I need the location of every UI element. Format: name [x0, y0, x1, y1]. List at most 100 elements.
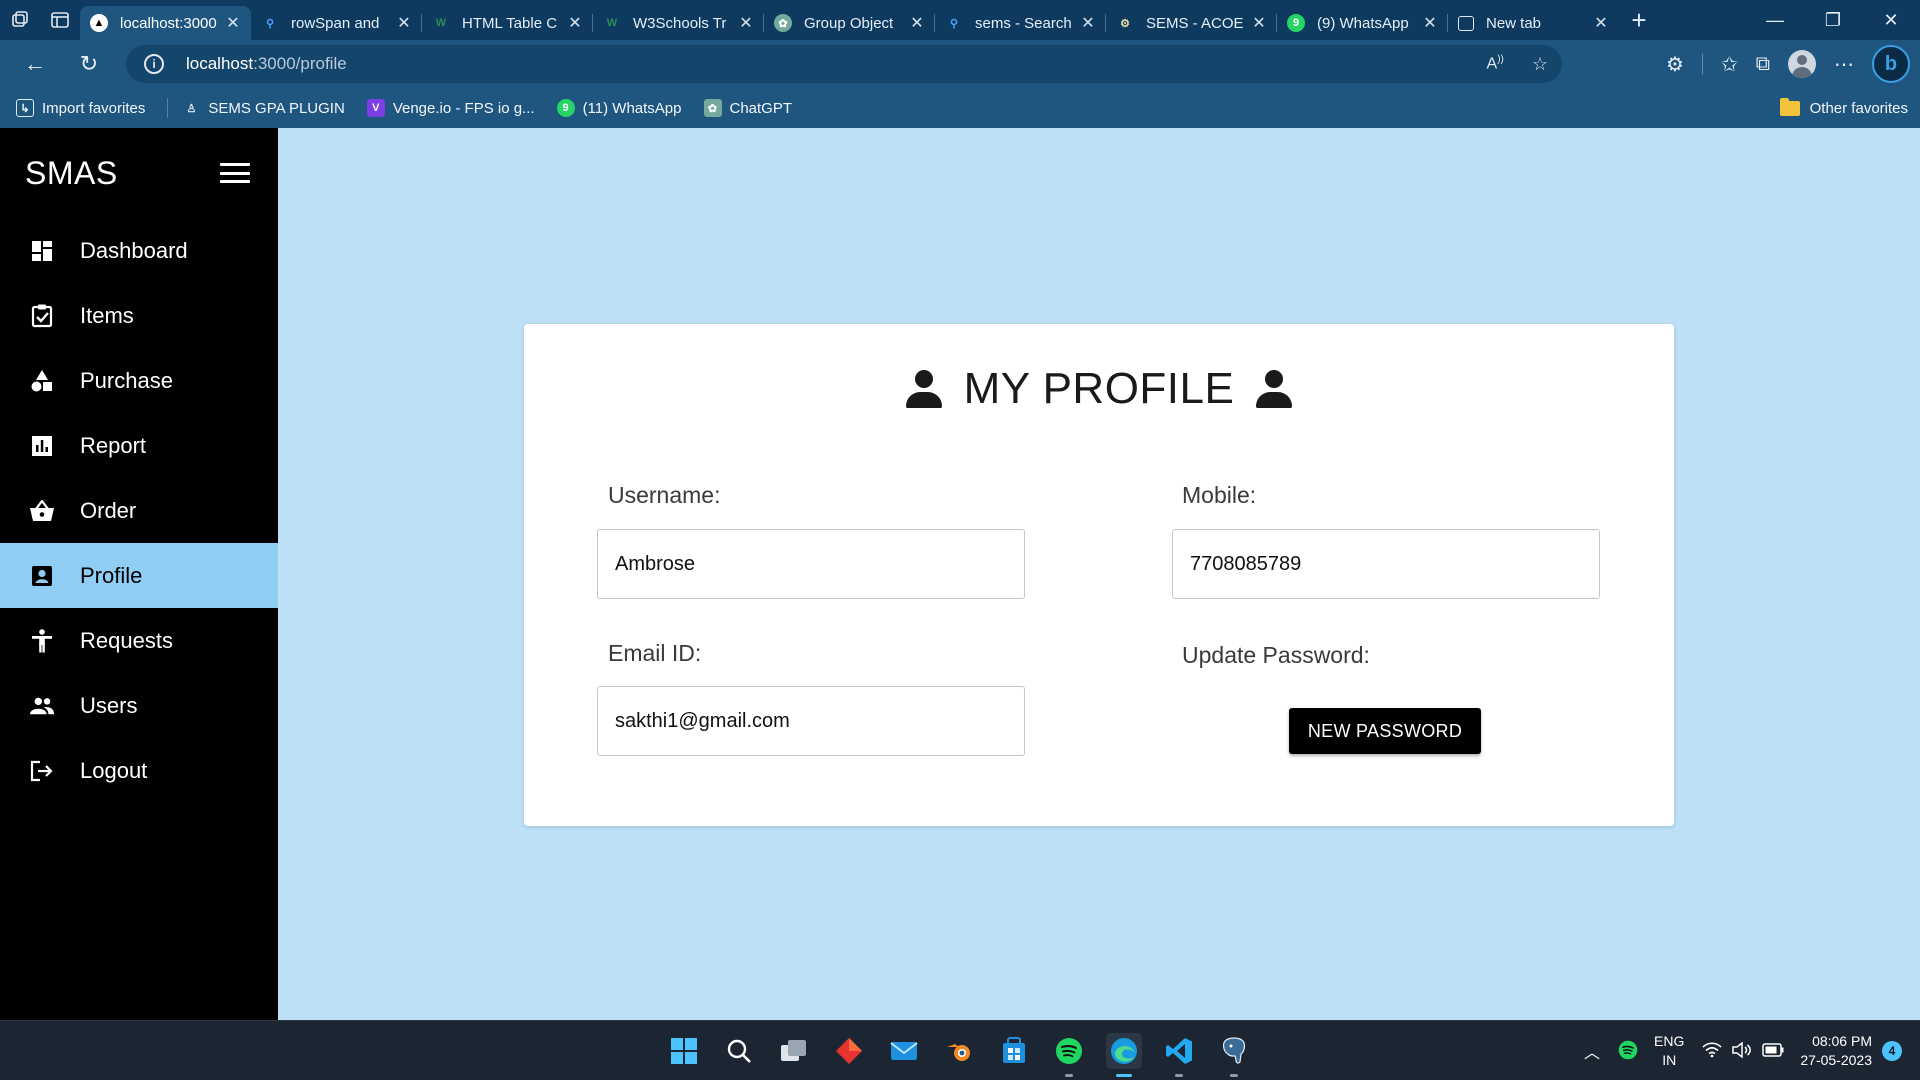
tab-new-tab[interactable]: New tab ✕ — [1448, 6, 1619, 40]
tab-whatsapp[interactable]: 9 (9) WhatsApp ✕ — [1277, 6, 1448, 40]
sidebar-item-label: Logout — [80, 757, 148, 783]
tab-sems-search[interactable]: ⚲ sems - Search ✕ — [935, 6, 1106, 40]
workspaces-icon[interactable] — [0, 0, 40, 40]
wifi-icon[interactable] — [1702, 1041, 1722, 1061]
sidebar-item-label: Profile — [80, 562, 143, 588]
toolbar-divider — [1701, 54, 1703, 74]
back-icon[interactable]: ← — [14, 43, 56, 85]
email-label: Email ID: — [608, 640, 702, 666]
username-field[interactable] — [597, 529, 1025, 599]
tab-title: SEMS - ACOE — [1146, 14, 1244, 32]
favorites-bar: ↳ Import favorites ♙ SEMS GPA PLUGIN V V… — [0, 88, 1920, 128]
close-icon[interactable]: ✕ — [225, 13, 241, 33]
extensions-icon[interactable]: ⚙ — [1666, 52, 1684, 77]
mail-icon[interactable] — [886, 1033, 922, 1069]
tab-localhost[interactable]: ▲ localhost:3000 ✕ — [80, 6, 251, 40]
sidebar-item-dashboard[interactable]: Dashboard — [0, 218, 278, 283]
favorite-chatgpt[interactable]: ✿ ChatGPT — [703, 99, 792, 117]
close-icon[interactable]: ✕ — [1422, 13, 1438, 33]
close-icon[interactable]: ✕ — [396, 13, 412, 33]
close-icon[interactable]: ✕ — [1593, 13, 1609, 33]
sidebar-item-order[interactable]: Order — [0, 478, 278, 543]
sidebar-item-report[interactable]: Report — [0, 413, 278, 478]
sidebar-item-users[interactable]: Users — [0, 673, 278, 738]
url-text[interactable]: localhost:3000/profile — [186, 54, 347, 74]
spotify-icon[interactable] — [1051, 1033, 1087, 1077]
sems-icon: ⚙ — [1120, 17, 1130, 30]
brand-logo-text: SMAS — [25, 154, 118, 191]
bing-chat-icon[interactable]: b — [1872, 45, 1910, 83]
read-aloud-icon[interactable]: A)) — [1487, 54, 1504, 73]
w3schools-icon: W — [606, 17, 618, 29]
chatgpt-icon: ✿ — [703, 99, 722, 117]
tab-list: ▲ localhost:3000 ✕ ⚲ rowSpan and ✕ W HTM… — [80, 0, 1619, 40]
sidebar-item-items[interactable]: Items — [0, 283, 278, 348]
favorite-label: Venge.io - FPS io g... — [392, 99, 535, 117]
address-bar-actions: A)) ☆ — [1487, 45, 1548, 83]
sidebar-item-profile[interactable]: Profile — [0, 543, 278, 608]
vscode-icon[interactable] — [1161, 1033, 1197, 1077]
task-view-icon[interactable] — [776, 1033, 812, 1069]
clock-time: 08:06 PM — [1812, 1033, 1872, 1049]
clock[interactable]: 08:06 PM 27-05-2023 — [1800, 1032, 1872, 1070]
tab-title: rowSpan and — [291, 14, 380, 32]
new-password-button[interactable]: NEW PASSWORD — [1289, 708, 1481, 754]
tab-sems-acoe[interactable]: ⚙ SEMS - ACOE ✕ — [1106, 6, 1277, 40]
volume-icon[interactable] — [1732, 1040, 1752, 1061]
site-info-icon[interactable]: i — [144, 54, 164, 74]
tab-rowspan[interactable]: ⚲ rowSpan and ✕ — [251, 6, 422, 40]
add-favorite-icon[interactable]: ☆ — [1532, 54, 1548, 75]
accessibility-icon — [30, 628, 54, 653]
battery-icon[interactable] — [1762, 1042, 1784, 1060]
favorite-import[interactable]: ↳ Import favorites — [16, 99, 145, 117]
sidebar-item-requests[interactable]: Requests — [0, 608, 278, 673]
minimize-icon[interactable]: — — [1746, 0, 1804, 40]
import-icon: ↳ — [16, 99, 34, 117]
close-icon[interactable]: ✕ — [1080, 13, 1096, 33]
avatar[interactable] — [1788, 50, 1816, 78]
postgresql-icon[interactable] — [1216, 1033, 1252, 1077]
favorite-sems-gpa[interactable]: ♙ SEMS GPA PLUGIN — [182, 99, 344, 117]
search-icon: ⚲ — [949, 17, 959, 30]
close-icon[interactable]: ✕ — [909, 13, 925, 33]
tab-w3schools[interactable]: W W3Schools Tr ✕ — [593, 6, 764, 40]
mobile-field[interactable] — [1172, 529, 1600, 599]
more-options-icon[interactable]: ⋯ — [1834, 52, 1854, 77]
basket-icon — [30, 499, 54, 523]
close-icon[interactable]: ✕ — [738, 13, 754, 33]
search-icon[interactable] — [721, 1033, 757, 1069]
favorite-whatsapp[interactable]: 9 (11) WhatsApp — [556, 99, 682, 117]
window-controls: — ❐ ✕ — [1746, 0, 1920, 40]
close-window-icon[interactable]: ✕ — [1862, 0, 1920, 40]
close-icon[interactable]: ✕ — [567, 13, 583, 33]
sidebar-item-logout[interactable]: Logout — [0, 738, 278, 803]
favorite-venge[interactable]: V Venge.io - FPS io g... — [366, 99, 535, 117]
blender-icon[interactable] — [941, 1033, 977, 1069]
folder-icon — [1779, 97, 1800, 116]
new-tab-icon — [1458, 15, 1474, 31]
sidebar-item-purchase[interactable]: Purchase — [0, 348, 278, 413]
store-icon[interactable] — [996, 1033, 1032, 1069]
running-indicator — [1175, 1074, 1183, 1077]
show-hidden-icons-icon[interactable]: ︿ — [1584, 1039, 1600, 1063]
close-icon[interactable]: ✕ — [1251, 13, 1267, 33]
email-field[interactable] — [597, 686, 1025, 756]
tab-group-object[interactable]: ✿ Group Object ✕ — [764, 6, 935, 40]
notification-badge[interactable]: 4 — [1882, 1041, 1902, 1061]
new-tab-button[interactable]: + — [1619, 0, 1659, 40]
clipboard-check-icon — [30, 304, 54, 328]
app-red-diamond-icon[interactable] — [831, 1033, 867, 1069]
collections-icon[interactable]: ⧉ — [1756, 53, 1770, 76]
edge-icon[interactable] — [1106, 1033, 1142, 1077]
tab-actions-icon[interactable] — [40, 0, 80, 40]
restore-icon[interactable]: ❐ — [1804, 0, 1862, 40]
menu-toggle-icon[interactable] — [220, 163, 250, 183]
other-favorites[interactable]: Other favorites — [1779, 88, 1908, 128]
language-indicator[interactable]: ENG IN — [1654, 1032, 1684, 1070]
spotify-tray-icon[interactable] — [1618, 1040, 1638, 1063]
favorites-icon[interactable]: ✩ — [1721, 52, 1738, 77]
address-bar[interactable]: i localhost:3000/profile A)) ☆ — [126, 45, 1562, 83]
tab-html-table[interactable]: W HTML Table C ✕ — [422, 6, 593, 40]
refresh-icon[interactable]: ↻ — [68, 43, 110, 85]
windows-start-icon[interactable] — [666, 1033, 702, 1069]
